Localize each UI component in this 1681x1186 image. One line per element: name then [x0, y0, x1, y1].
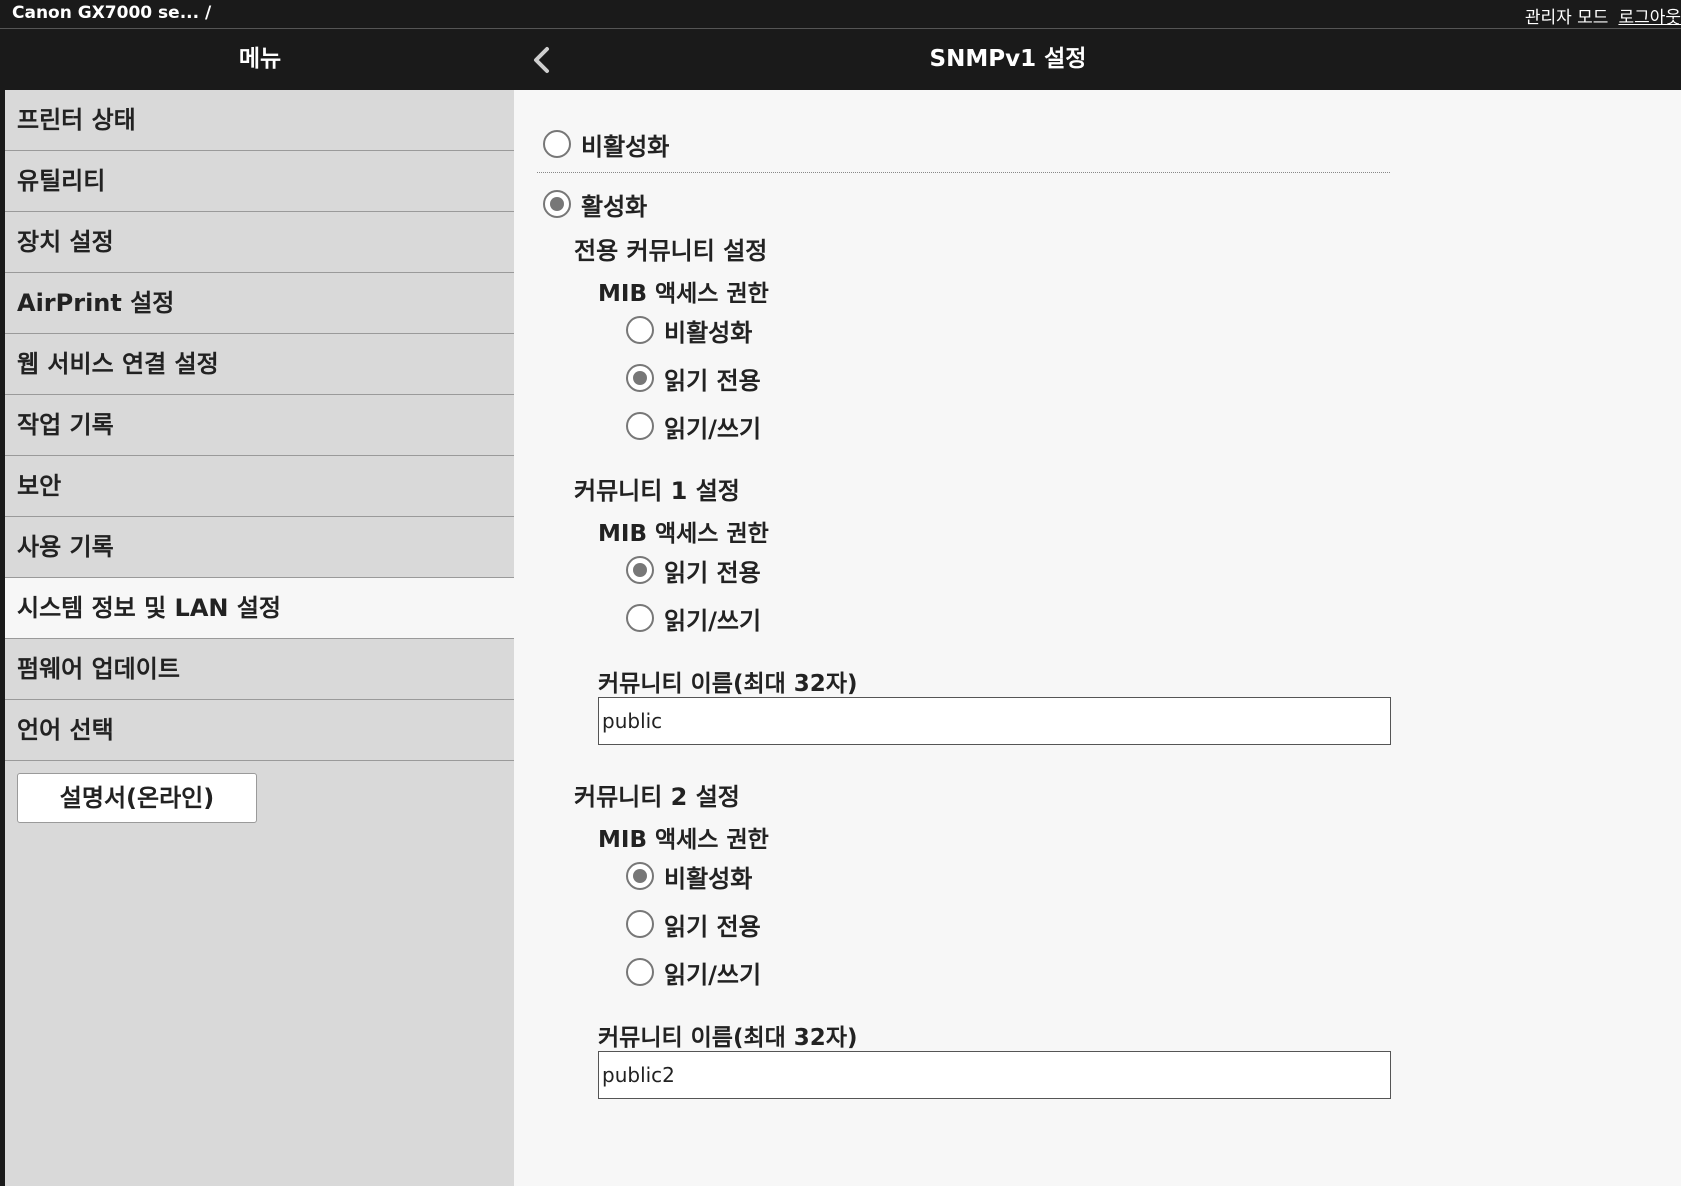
dedicated-mib-read-write-label[interactable]: 읽기/쓰기 [664, 409, 761, 444]
breadcrumb[interactable]: Canon GX7000 se... / [12, 3, 211, 23]
top-bar: Canon GX7000 se... / 관리자 모드 로그아웃 [0, 0, 1681, 29]
sidebar-item-device-settings[interactable]: 장치 설정 [5, 212, 514, 273]
dedicated-mib-read-only-label[interactable]: 읽기 전용 [664, 361, 761, 396]
sidebar-item-firmware-update[interactable]: 펌웨어 업데이트 [5, 639, 514, 700]
snmp-disable-label[interactable]: 비활성화 [581, 127, 669, 162]
snmp-enable-label[interactable]: 활성화 [581, 187, 647, 222]
community2-mib-label: MIB 액세스 권한 [598, 827, 769, 853]
sidebar-item-system-info-lan[interactable]: 시스템 정보 및 LAN 설정 [5, 578, 514, 639]
dedicated-community-title: 전용 커뮤니티 설정 [574, 237, 768, 265]
header-bar: 메뉴 SNMPv1 설정 [5, 29, 1681, 90]
dedicated-mib-disable-label[interactable]: 비활성화 [664, 313, 752, 348]
snmp-enable-radio[interactable] [543, 190, 571, 218]
sidebar-item-security[interactable]: 보안 [5, 456, 514, 517]
community2-title: 커뮤니티 2 설정 [574, 783, 740, 811]
top-bar-right: 관리자 모드 로그아웃 [1525, 3, 1681, 28]
community1-mib-read-write-radio[interactable] [626, 604, 654, 632]
sidebar-item-web-service[interactable]: 웹 서비스 연결 설정 [5, 334, 514, 395]
community2-mib-read-write-radio[interactable] [626, 958, 654, 986]
sidebar-item-printer-status[interactable]: 프린터 상태 [5, 90, 514, 151]
snmp-disable-radio[interactable] [543, 130, 571, 158]
page-title: SNMPv1 설정 [929, 46, 1087, 72]
logout-link[interactable]: 로그아웃 [1618, 8, 1681, 28]
community2-mib-read-write-label[interactable]: 읽기/쓰기 [664, 955, 761, 990]
community2-mib-read-only-label[interactable]: 읽기 전용 [664, 907, 761, 942]
divider [537, 172, 1390, 173]
dedicated-mib-read-write-radio[interactable] [626, 412, 654, 440]
community1-mib-read-only-radio[interactable] [626, 556, 654, 584]
community1-mib-label: MIB 액세스 권한 [598, 521, 769, 547]
community2-name-input[interactable]: public2 [598, 1051, 1391, 1099]
admin-mode-label: 관리자 모드 [1524, 8, 1609, 28]
dedicated-mib-label: MIB 액세스 권한 [598, 281, 769, 307]
community1-mib-read-write-label[interactable]: 읽기/쓰기 [664, 601, 761, 636]
community2-mib-disable-radio[interactable] [626, 862, 654, 890]
sidebar-item-airprint[interactable]: AirPrint 설정 [5, 273, 514, 334]
snmp-settings-panel: 비활성화 활성화 전용 커뮤니티 설정 MIB 액세스 권한 비활성화 읽기 전… [514, 90, 1681, 1186]
community2-mib-disable-label[interactable]: 비활성화 [664, 859, 752, 894]
community1-name-input[interactable]: public [598, 697, 1391, 745]
menu-title: 메뉴 [238, 46, 282, 72]
dedicated-mib-read-only-radio[interactable] [626, 364, 654, 392]
dedicated-mib-disable-radio[interactable] [626, 316, 654, 344]
community2-name-label: 커뮤니티 이름(최대 32자) [598, 1025, 858, 1051]
sidebar-item-job-history[interactable]: 작업 기록 [5, 395, 514, 456]
community1-title: 커뮤니티 1 설정 [574, 477, 740, 505]
community2-mib-read-only-radio[interactable] [626, 910, 654, 938]
sidebar-item-utilities[interactable]: 유틸리티 [5, 151, 514, 212]
online-manual-button[interactable]: 설명서(온라인) [17, 773, 257, 823]
community1-mib-read-only-label[interactable]: 읽기 전용 [664, 553, 761, 588]
community1-name-label: 커뮤니티 이름(최대 32자) [598, 671, 858, 697]
sidebar-item-language[interactable]: 언어 선택 [5, 700, 514, 761]
sidebar-item-usage-history[interactable]: 사용 기록 [5, 517, 514, 578]
sidebar-menu: 프린터 상태 유틸리티 장치 설정 AirPrint 설정 웹 서비스 연결 설… [5, 90, 514, 1186]
